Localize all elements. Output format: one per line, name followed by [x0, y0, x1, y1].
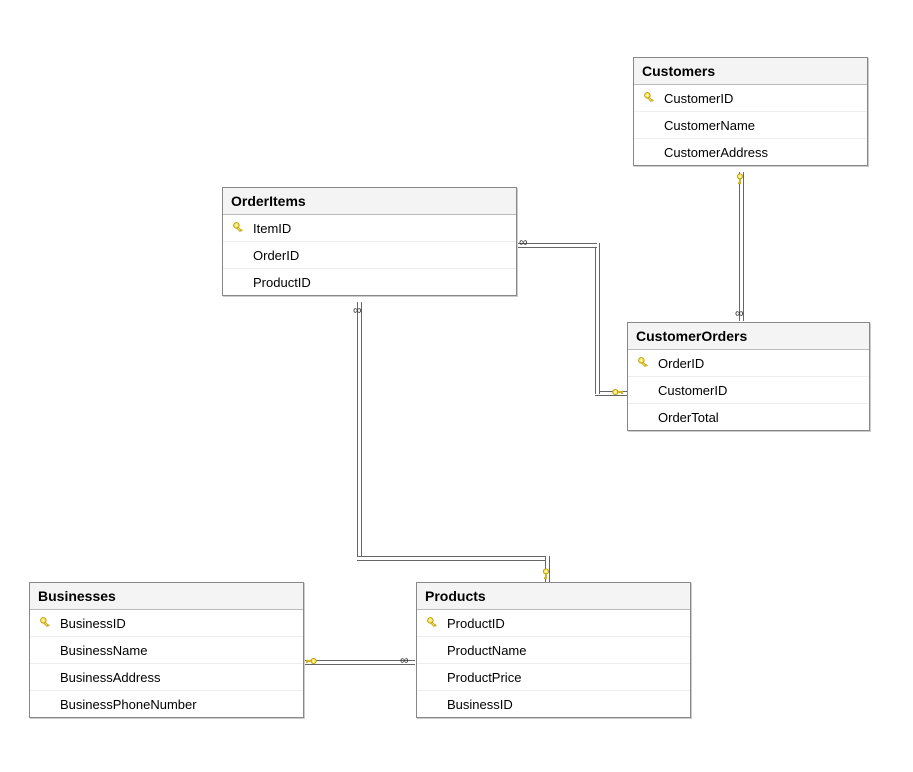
table-row: BusinessAddress	[30, 664, 303, 691]
key-icon	[232, 221, 246, 235]
column-name: OrderID	[654, 356, 704, 371]
table-row: BusinessName	[30, 637, 303, 664]
column-name: CustomerID	[660, 91, 733, 106]
column-name: CustomerName	[660, 118, 755, 133]
table-row: CustomerName	[634, 112, 867, 139]
key-icon	[643, 91, 657, 105]
rel-orderitems-products-seg1	[357, 302, 362, 559]
key-icon	[304, 654, 318, 668]
key-icon	[637, 356, 651, 370]
column-name: BusinessID	[443, 697, 513, 712]
table-row: ProductID	[223, 269, 516, 295]
table-row: OrderID	[223, 242, 516, 269]
table-title: CustomerOrders	[628, 323, 869, 350]
key-icon	[39, 616, 53, 630]
column-name: CustomerAddress	[660, 145, 768, 160]
column-name: ItemID	[249, 221, 291, 236]
column-name: CustomerID	[654, 383, 727, 398]
table-row: CustomerAddress	[634, 139, 867, 165]
table-row: OrderTotal	[628, 404, 869, 430]
table-customerorders[interactable]: CustomerOrders OrderID CustomerID OrderT…	[627, 322, 870, 431]
column-name: BusinessName	[56, 643, 147, 658]
table-customers[interactable]: Customers CustomerID CustomerName Custom…	[633, 57, 868, 166]
table-row: CustomerID	[628, 377, 869, 404]
column-name: BusinessID	[56, 616, 126, 631]
table-row: ItemID	[223, 215, 516, 242]
key-icon	[426, 616, 440, 630]
rel-customerorders-orderitems-seg3	[517, 243, 597, 248]
table-orderitems[interactable]: OrderItems ItemID OrderID ProductID	[222, 187, 517, 296]
infinity-icon: ∞	[519, 236, 528, 248]
column-name: BusinessPhoneNumber	[56, 697, 197, 712]
column-name: ProductID	[249, 275, 311, 290]
table-businesses[interactable]: Businesses BusinessID BusinessName Busin…	[29, 582, 304, 718]
table-row: BusinessID	[30, 610, 303, 637]
table-row: ProductPrice	[417, 664, 690, 691]
table-row: OrderID	[628, 350, 869, 377]
rel-businesses-products	[303, 660, 415, 665]
table-row: CustomerID	[634, 85, 867, 112]
column-name: OrderID	[249, 248, 299, 263]
key-icon	[611, 385, 625, 399]
table-row: ProductID	[417, 610, 690, 637]
table-row: BusinessID	[417, 691, 690, 717]
table-row: ProductName	[417, 637, 690, 664]
infinity-icon: ∞	[735, 307, 744, 319]
key-icon	[539, 567, 553, 581]
column-name: OrderTotal	[654, 410, 719, 425]
column-name: BusinessAddress	[56, 670, 160, 685]
table-title: Customers	[634, 58, 867, 85]
rel-customerorders-orderitems-seg2	[595, 243, 600, 394]
key-icon	[733, 172, 747, 186]
column-name: ProductName	[443, 643, 526, 658]
table-title: Businesses	[30, 583, 303, 610]
table-products[interactable]: Products ProductID ProductName ProductPr…	[416, 582, 691, 718]
column-name: ProductID	[443, 616, 505, 631]
table-title: OrderItems	[223, 188, 516, 215]
table-title: Products	[417, 583, 690, 610]
column-name: ProductPrice	[443, 670, 521, 685]
table-row: BusinessPhoneNumber	[30, 691, 303, 717]
infinity-icon: ∞	[400, 654, 409, 666]
infinity-icon: ∞	[353, 304, 362, 316]
rel-orderitems-products-seg2	[357, 556, 547, 561]
rel-customers-customerorders	[739, 172, 744, 321]
